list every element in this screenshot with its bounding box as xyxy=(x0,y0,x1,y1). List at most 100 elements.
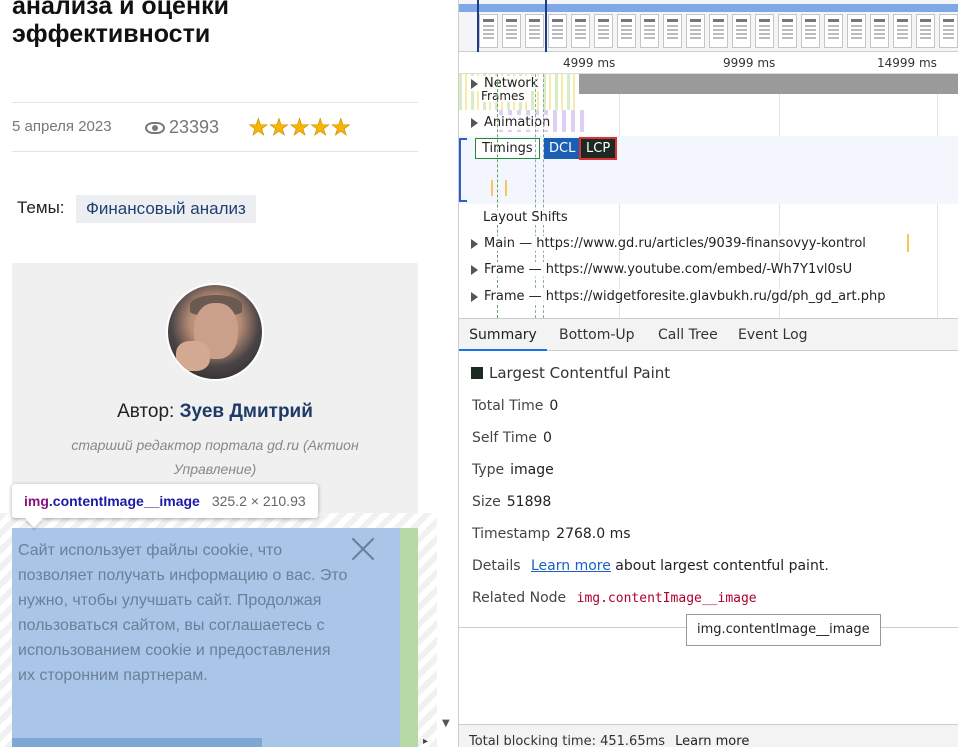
summary-heading: Largest Contentful Paint xyxy=(471,364,670,382)
cpu-overview xyxy=(459,4,958,12)
learn-more-link[interactable]: Learn more xyxy=(531,558,611,574)
category-swatch xyxy=(471,367,483,379)
timings-label[interactable]: Timings xyxy=(475,138,540,159)
star-icon[interactable]: ★ xyxy=(268,114,289,142)
expand-icon[interactable] xyxy=(471,238,478,249)
lcp-line xyxy=(543,74,544,318)
total-blocking-time: Total blocking time: 451.65ms xyxy=(469,734,666,747)
topics-label: Темы: xyxy=(17,198,65,217)
summary-timestamp: Timestamp 2768.0 ms xyxy=(472,526,631,542)
summary-pane: Largest Contentful Paint Total Time 0 Sel… xyxy=(459,352,958,628)
filmstrip-frame[interactable] xyxy=(571,14,590,48)
lcp-marker[interactable]: LCP xyxy=(579,137,618,160)
filmstrip-frame[interactable] xyxy=(916,14,935,48)
author-prefix: Автор: xyxy=(117,401,175,422)
tbt-learn-more-link[interactable]: Learn more xyxy=(675,734,749,747)
author-line: Автор: Зуев Дмитрий xyxy=(12,401,418,423)
screenshot-filmstrip[interactable] xyxy=(459,0,958,52)
dcl-line xyxy=(535,74,536,318)
summary-details: Details Learn more about largest content… xyxy=(472,558,829,574)
avatar[interactable] xyxy=(166,283,264,381)
summary-self-time: Self Time 0 xyxy=(472,430,552,446)
network-track-bars xyxy=(579,74,958,94)
tooltip-class: .contentImage__image xyxy=(48,493,200,509)
article-date: 5 апреля 2023 xyxy=(12,118,112,135)
scroll-down-icon[interactable]: ▼ xyxy=(442,718,450,729)
filmstrip-frame[interactable] xyxy=(778,14,797,48)
filmstrip-frame[interactable] xyxy=(479,14,498,48)
fcp-line xyxy=(497,74,498,318)
filmstrip-frame[interactable] xyxy=(824,14,843,48)
tab-summary[interactable]: Summary xyxy=(459,319,547,351)
track-group-bracket xyxy=(459,138,467,202)
time-ruler: 4999 ms 9999 ms 14999 ms xyxy=(459,52,958,74)
filmstrip-frame[interactable] xyxy=(686,14,705,48)
expand-icon[interactable] xyxy=(471,117,478,128)
eye-icon xyxy=(145,121,165,134)
filmstrip-frame[interactable] xyxy=(663,14,682,48)
details-tabs: Summary Bottom-Up Call Tree Event Log xyxy=(459,318,958,351)
summary-related-node: Related Node img.contentImage__image xyxy=(472,590,757,606)
element-inspect-tooltip: img.contentImage__image 325.2 × 210.93 xyxy=(12,484,318,518)
summary-type: Type image xyxy=(472,462,554,478)
ruler-tick: 4999 ms xyxy=(563,56,616,70)
node-hover-tooltip: img.contentImage__image xyxy=(686,614,881,646)
filmstrip-frame[interactable] xyxy=(594,14,613,48)
tooltip-tag: img xyxy=(24,493,49,509)
filmstrip-frame[interactable] xyxy=(732,14,751,48)
track-label: Layout Shifts xyxy=(481,210,570,225)
inspect-padding-overlay xyxy=(400,528,418,747)
star-icon[interactable]: ★ xyxy=(310,114,331,142)
views-count: 23393 xyxy=(169,117,220,137)
summary-total-time: Total Time 0 xyxy=(472,398,559,414)
summary-title: Largest Contentful Paint xyxy=(489,364,671,382)
author-name-link[interactable]: Зуев Дмитрий xyxy=(180,401,313,422)
tab-call-tree[interactable]: Call Tree xyxy=(658,319,718,351)
star-icon[interactable]: ★ xyxy=(330,114,351,142)
tab-event-log[interactable]: Event Log xyxy=(738,319,808,351)
filmstrip-frame[interactable] xyxy=(870,14,889,48)
filmstrip-frame[interactable] xyxy=(755,14,774,48)
ruler-tick: 14999 ms xyxy=(877,56,937,70)
filmstrip-frame[interactable] xyxy=(548,14,567,48)
views-counter: 23393 xyxy=(145,117,219,138)
filmstrip-frame[interactable] xyxy=(640,14,659,48)
filmstrip-frame[interactable] xyxy=(709,14,728,48)
related-node-link[interactable]: img.contentImage__image xyxy=(577,591,757,606)
track-label: Main — https://www.gd.ru/articles/9039-f… xyxy=(484,236,866,251)
devtools-performance-panel: 4999 ms 9999 ms 14999 ms Network Frames … xyxy=(458,0,958,747)
track-label: Frame — https://widgetforesite.glavbukh.… xyxy=(484,289,886,304)
web-page-panel: анализа и оценки эффективности 5 апреля … xyxy=(0,0,437,747)
selection-end-handle[interactable] xyxy=(545,0,547,52)
filmstrip-frame[interactable] xyxy=(525,14,544,48)
inspect-highlight-bottom xyxy=(12,738,262,747)
topic-tag[interactable]: Финансовый анализ xyxy=(76,195,256,223)
expand-icon[interactable] xyxy=(471,291,478,302)
expand-icon[interactable] xyxy=(471,78,478,89)
filmstrip-frame[interactable] xyxy=(939,14,958,48)
divider xyxy=(12,151,418,152)
article-title: анализа и оценки эффективности xyxy=(12,0,229,48)
filmstrip-frame[interactable] xyxy=(847,14,866,48)
filmstrip-frame[interactable] xyxy=(801,14,820,48)
star-icon[interactable]: ★ xyxy=(289,114,310,142)
dcl-marker[interactable]: DCL xyxy=(544,138,581,159)
cookie-notice-text: Сайт использует файлы cookie, что позвол… xyxy=(18,542,348,684)
author-role: старший редактор портала gd.ru (Актион У… xyxy=(71,437,359,477)
status-bar: Total blocking time: 451.65ms Learn more xyxy=(459,724,958,747)
divider xyxy=(12,102,418,103)
ruler-tick: 9999 ms xyxy=(723,56,776,70)
expand-icon[interactable] xyxy=(471,264,478,275)
close-icon[interactable] xyxy=(350,536,376,562)
filmstrip-frame[interactable] xyxy=(893,14,912,48)
track-label: Network xyxy=(484,76,539,91)
track-label: Animation xyxy=(484,115,551,130)
filmstrip-frame[interactable] xyxy=(502,14,521,48)
tab-bottom-up[interactable]: Bottom-Up xyxy=(559,319,635,351)
rating-stars[interactable]: ★ ★ ★ ★ ★ xyxy=(248,114,352,142)
scroll-left-icon[interactable]: ▸ xyxy=(423,736,428,747)
summary-size: Size 51898 xyxy=(472,494,552,510)
star-icon[interactable]: ★ xyxy=(248,114,269,142)
filmstrip-frame[interactable] xyxy=(617,14,636,48)
track-label: Frames xyxy=(479,90,527,102)
